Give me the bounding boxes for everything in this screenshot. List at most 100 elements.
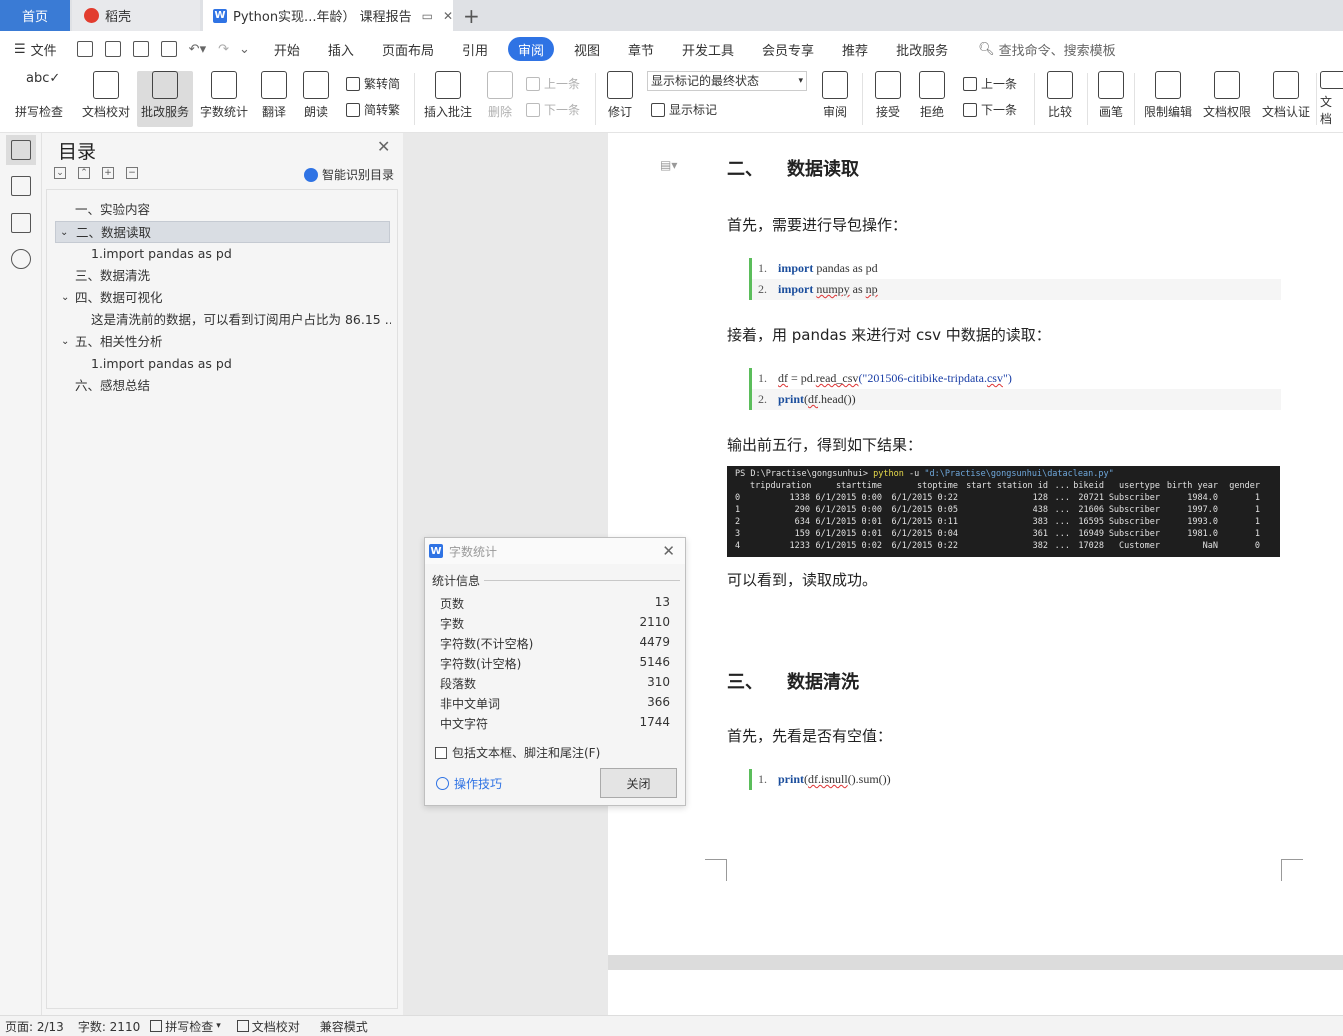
menu-start[interactable]: 开始 <box>260 37 314 61</box>
menu-view[interactable]: 视图 <box>560 37 614 61</box>
close-icon[interactable]: ✕ <box>662 542 675 560</box>
next-change-button[interactable]: 下一条 <box>963 101 1017 118</box>
toc-panel-icon[interactable] <box>11 140 31 160</box>
code-string: ") <box>1002 371 1012 385</box>
terminal-cell: 1 <box>1254 505 1260 515</box>
paragraph-marker-icon[interactable]: ▤▾ <box>660 158 677 172</box>
next-comment-button[interactable]: 下一条 <box>526 101 580 118</box>
doc-rights-icon <box>1214 71 1240 99</box>
doc-more-button[interactable]: 文档 <box>1320 71 1343 127</box>
stat-value: 5146 <box>639 655 670 669</box>
include-textbox-checkbox[interactable]: 包括文本框、脚注和尾注(F) <box>435 744 600 761</box>
toc-item[interactable]: 1.import pandas as pd <box>91 353 232 375</box>
menu-review[interactable]: 审阅 <box>507 37 554 61</box>
menu-references[interactable]: 引用 <box>448 37 502 61</box>
chevron-down-icon[interactable]: ⌄ <box>61 331 69 353</box>
toc-item[interactable]: 三、数据清洗 <box>75 265 150 287</box>
doc-rights-button[interactable]: 文档权限 <box>1199 71 1255 127</box>
remove-heading-icon[interactable]: − <box>126 167 138 179</box>
bookmark-icon[interactable] <box>11 213 31 233</box>
pin-icon[interactable]: ▭ <box>422 9 433 23</box>
menu-chapter[interactable]: 章节 <box>614 37 668 61</box>
toc-item[interactable]: ⌄ 四、数据可视化 <box>59 287 163 309</box>
accept-button[interactable]: 接受 <box>868 71 908 127</box>
print-icon[interactable] <box>132 41 149 57</box>
proofread-button[interactable]: 文档校对 <box>76 71 136 127</box>
checkbox-box[interactable] <box>435 746 447 759</box>
compare-button[interactable]: 比较 <box>1040 71 1080 127</box>
file-menu[interactable]: ☰ 文件 <box>0 37 71 61</box>
proofread-label: 文档校对 <box>81 105 130 119</box>
save-icon[interactable] <box>76 41 93 57</box>
simp-to-trad-label: 简转繁 <box>364 103 401 117</box>
menu-dev-tools[interactable]: 开发工具 <box>668 37 748 61</box>
chevron-down-icon[interactable]: ⌄ <box>61 287 69 309</box>
markup-state-select[interactable]: 显示标记的最终状态 ▾ <box>647 71 807 91</box>
spell-check-button[interactable]: abc✓ 拼写检查 <box>8 71 70 127</box>
page-indicator[interactable]: 页面: 2/13 <box>0 1018 69 1035</box>
tab-document[interactable]: W Python实现...年龄） 课程报告 ▭ ✕ <box>203 0 453 31</box>
read-aloud-label: 朗读 <box>303 105 328 119</box>
spell-check-status[interactable]: 拼写检查 ▾ <box>145 1018 226 1035</box>
toc-item[interactable]: 1.import pandas as pd <box>91 243 232 265</box>
correction-service-button[interactable]: 批改服务 <box>137 71 193 127</box>
export-pdf-icon[interactable] <box>104 41 121 57</box>
insert-comment-button[interactable]: 插入批注 <box>420 71 476 127</box>
stat-row: 非中文单词 366 <box>440 695 670 712</box>
status-bar: 页面: 2/13 字数: 2110 拼写检查 ▾ 文档校对 兼容模式 <box>0 1015 1343 1036</box>
command-search[interactable]: 🔍︎ 查找命令、搜索模板 <box>978 40 1116 59</box>
review-pane-button[interactable]: 审阅 <box>815 71 855 127</box>
chapter-nav-icon[interactable] <box>11 176 31 196</box>
terminal-cell: 6/1/2015 0:00 <box>815 493 882 503</box>
print-preview-icon[interactable] <box>160 41 177 57</box>
toc-item-selected[interactable]: ⌄ 二、数据读取 <box>55 221 390 243</box>
menu-insert[interactable]: 插入 <box>314 37 368 61</box>
menu-recommend[interactable]: 推荐 <box>828 37 882 61</box>
search-panel-icon[interactable] <box>11 249 31 269</box>
translate-button[interactable]: 翻译 <box>254 71 294 127</box>
customize-quick-access-icon[interactable]: ⌄ <box>239 42 250 57</box>
restrict-editing-button[interactable]: 限制编辑 <box>1140 71 1196 127</box>
read-aloud-button[interactable]: 朗读 <box>298 71 334 127</box>
dialog-titlebar[interactable]: W 字数统计 <box>425 538 685 564</box>
menu-layout[interactable]: 页面布局 <box>368 37 448 61</box>
trad-to-simp-button[interactable]: 繁转简 <box>346 75 400 92</box>
toc-item[interactable]: 一、实验内容 <box>75 199 150 221</box>
close-button[interactable]: 关闭 <box>600 768 677 798</box>
code-block: 1. df = pd. read_csv ("201506-citibike-trip… <box>749 368 1281 410</box>
reject-button[interactable]: 拒绝 <box>912 71 952 127</box>
track-changes-button[interactable]: 修订 <box>600 71 640 127</box>
toc-item[interactable]: 六、感想总结 <box>75 375 150 397</box>
toc-item[interactable]: ⌄ 五、相关性分析 <box>59 331 163 353</box>
heading-data-read: 二、 数据读取 <box>727 155 859 181</box>
hamburger-icon: ☰ <box>14 41 26 57</box>
doc-certify-button[interactable]: 文档认证 <box>1258 71 1314 127</box>
close-tab-icon[interactable]: ✕ <box>443 9 453 23</box>
prev-comment-button[interactable]: 上一条 <box>526 75 580 92</box>
new-tab-icon[interactable]: + <box>463 4 480 28</box>
chevron-down-icon[interactable]: ⌄ <box>60 222 68 242</box>
toc-panel: 目录 ✕ ⌄ ⌃ + − 智能识别目录 一、实验内容 ⌄ 二、数据读取 1.imp… <box>42 133 403 1015</box>
prev-change-button[interactable]: 上一条 <box>963 75 1017 92</box>
proofread-status[interactable]: 文档校对 <box>232 1018 305 1035</box>
tips-link[interactable]: 操作技巧 <box>436 775 502 792</box>
show-markup-button[interactable]: 显示标记 <box>651 101 717 118</box>
pen-button[interactable]: 画笔 <box>1093 71 1129 127</box>
delete-comment-button[interactable]: 删除 <box>480 71 520 127</box>
word-count-button[interactable]: 字数统计 <box>196 71 252 127</box>
collapse-all-icon[interactable]: ⌄ <box>54 167 66 179</box>
menu-correction[interactable]: 批改服务 <box>882 37 962 61</box>
tab-daoke[interactable]: 稻壳 <box>72 0 200 31</box>
expand-all-icon[interactable]: ⌃ <box>78 167 90 179</box>
tab-home[interactable]: 首页 <box>0 0 70 31</box>
redo-icon[interactable]: ↷ <box>218 42 229 57</box>
menu-member[interactable]: 会员专享 <box>748 37 828 61</box>
toc-item[interactable]: 这是清洗前的数据，可以看到订阅用户占比为 86.15 ... <box>91 309 391 331</box>
simp-to-trad-button[interactable]: 简转繁 <box>346 101 400 118</box>
smart-toc-button[interactable]: 智能识别目录 <box>304 166 394 183</box>
close-icon[interactable]: ✕ <box>377 137 390 156</box>
terminal-cell: 6/1/2015 0:04 <box>891 529 958 539</box>
undo-icon[interactable]: ↶▾ <box>189 42 206 57</box>
add-heading-icon[interactable]: + <box>102 167 114 179</box>
word-count-indicator[interactable]: 字数: 2110 <box>73 1018 145 1035</box>
